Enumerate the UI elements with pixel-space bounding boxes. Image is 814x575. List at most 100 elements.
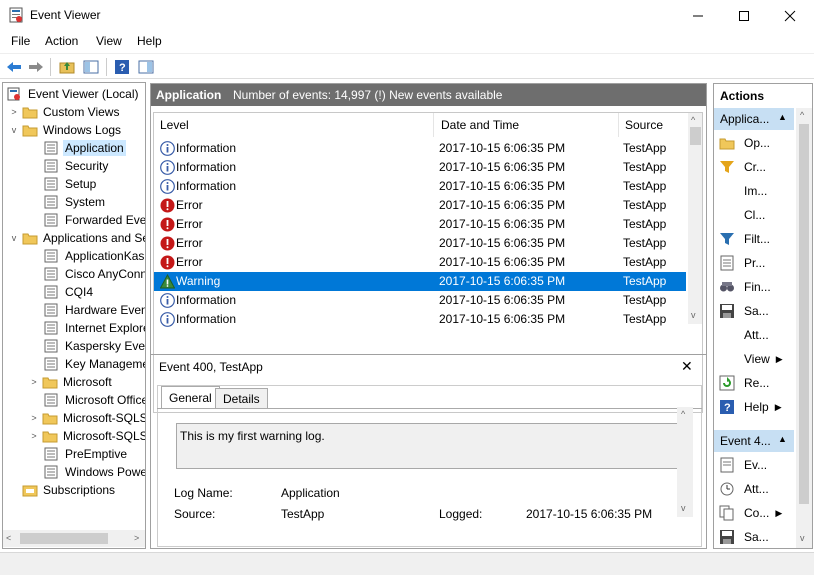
table-row[interactable]: Information 2017-10-15 6:06:35 PM TestApp — [154, 310, 686, 329]
tree-item-app-log[interactable]: PreEmptive — [44, 445, 129, 463]
grid-vertical-scrollbar[interactable]: ^ v — [688, 113, 702, 324]
collapse-up-icon[interactable]: ▲ — [778, 112, 787, 122]
minimize-button[interactable] — [675, 0, 721, 31]
action-item[interactable]: Sa... — [718, 526, 796, 548]
chevron-right-icon[interactable]: > — [29, 431, 39, 441]
maximize-button[interactable] — [721, 0, 767, 31]
tab-general[interactable]: General — [161, 386, 220, 408]
action-item[interactable]: Pr... — [718, 252, 796, 274]
column-header-level[interactable]: Level — [154, 113, 434, 137]
show-hide-tree-icon[interactable] — [82, 58, 100, 76]
action-item[interactable]: Cl... — [718, 204, 796, 226]
tree-item-windows-logs[interactable]: v Windows Logs — [9, 121, 123, 139]
close-detail-icon[interactable]: ✕ — [681, 358, 693, 375]
action-item[interactable]: Att... — [718, 478, 796, 500]
tree-item-app-log[interactable]: Microsoft Office — [44, 391, 145, 409]
scroll-up-icon[interactable]: ^ — [800, 110, 804, 120]
tree-item-root[interactable]: Event Viewer (Local) — [7, 85, 141, 103]
tree-item-app-log[interactable]: CQI4 — [44, 283, 95, 301]
action-item[interactable]: Re... — [718, 372, 796, 394]
action-item[interactable]: Op... — [718, 132, 796, 154]
column-header-date[interactable]: Date and Time — [435, 113, 619, 137]
tree-item-app-log[interactable]: Hardware Events — [44, 301, 145, 319]
tree-item-application[interactable]: Application — [44, 139, 126, 157]
action-item[interactable]: Co... ▶ — [718, 502, 796, 524]
table-row[interactable]: Information 2017-10-15 6:06:35 PM TestApp — [154, 177, 686, 196]
actions-section-event[interactable]: Event 4... ▲ — [714, 430, 794, 452]
collapse-up-icon[interactable]: ▲ — [778, 434, 787, 444]
actions-section-application[interactable]: Applica... ▲ — [714, 108, 794, 130]
chevron-right-icon[interactable]: > — [29, 413, 39, 423]
menu-file[interactable]: File — [11, 34, 30, 48]
action-item[interactable]: Cr... — [718, 156, 796, 178]
scroll-down-icon[interactable]: v — [681, 503, 686, 513]
tab-details[interactable]: Details — [215, 388, 268, 408]
tree-label: Key Management — [65, 357, 145, 371]
table-row[interactable]: Error 2017-10-15 6:06:35 PM TestApp — [154, 215, 686, 234]
scrollbar-thumb[interactable] — [690, 127, 701, 145]
tree-item-security[interactable]: Security — [44, 157, 110, 175]
chevron-right-icon[interactable]: > — [9, 107, 19, 117]
forward-arrow-icon[interactable] — [27, 58, 45, 76]
tree-item-app-log[interactable]: Windows PowerShell — [44, 463, 145, 481]
action-item[interactable]: Ev... — [718, 454, 796, 476]
scroll-down-icon[interactable]: v — [691, 310, 696, 320]
menu-view[interactable]: View — [96, 34, 122, 48]
menu-action[interactable]: Action — [45, 34, 78, 48]
actions-vertical-scrollbar[interactable]: ^ v — [796, 108, 812, 548]
table-row[interactable]: Error 2017-10-15 6:06:35 PM TestApp — [154, 253, 686, 272]
table-row[interactable]: Error 2017-10-15 6:06:35 PM TestApp — [154, 196, 686, 215]
source-value: TestApp — [281, 507, 325, 521]
scrollbar-thumb[interactable] — [20, 533, 108, 544]
navigation-tree[interactable]: Event Viewer (Local) > Custom Views v Wi… — [2, 82, 146, 549]
scroll-left-icon[interactable]: < — [6, 533, 11, 543]
action-item[interactable]: Att... — [718, 324, 796, 346]
tree-item-app-log[interactable]: Kaspersky Events — [44, 337, 145, 355]
tree-item-setup[interactable]: Setup — [44, 175, 98, 193]
scrollbar-thumb[interactable] — [799, 124, 809, 504]
action-item[interactable]: Im... — [718, 180, 796, 202]
scroll-right-icon[interactable]: > — [134, 533, 139, 543]
tree-item-forwarded-events[interactable]: Forwarded Events — [44, 211, 145, 229]
action-item[interactable]: Fin... — [718, 276, 796, 298]
back-arrow-icon[interactable] — [5, 58, 23, 76]
action-item[interactable]: Filt... — [718, 228, 796, 250]
tree-item-apps-services[interactable]: v Applications and Services Logs — [9, 229, 145, 247]
tree-label: CQI4 — [65, 285, 94, 299]
table-row[interactable]: Information 2017-10-15 6:06:35 PM TestApp — [154, 139, 686, 158]
scroll-down-icon[interactable]: v — [800, 533, 805, 543]
help-icon[interactable]: ? — [113, 58, 131, 76]
table-row[interactable]: Warning 2017-10-15 6:06:35 PM TestApp — [154, 272, 686, 291]
scroll-up-icon[interactable]: ^ — [691, 115, 695, 125]
tree-item-app-log[interactable]: Internet Explorer — [44, 319, 145, 337]
tree-item-system[interactable]: System — [44, 193, 107, 211]
close-button[interactable] — [767, 0, 813, 31]
menu-help[interactable]: Help — [137, 34, 162, 48]
action-item[interactable]: Sa... — [718, 300, 796, 322]
scroll-up-icon[interactable]: ^ — [681, 409, 685, 419]
action-label: Fin... — [744, 280, 771, 294]
action-item[interactable]: ? Help ▶ — [718, 396, 796, 418]
tree-item-app-log[interactable]: > Microsoft-SQLServer — [29, 409, 145, 427]
tree-item-custom-views[interactable]: > Custom Views — [9, 103, 121, 121]
table-row[interactable]: Error 2017-10-15 6:06:35 PM TestApp — [154, 234, 686, 253]
column-header-source[interactable]: Source — [619, 113, 689, 137]
tree-item-app-log[interactable]: Cisco AnyConnect — [44, 265, 145, 283]
table-row[interactable]: Information 2017-10-15 6:06:35 PM TestApp — [154, 158, 686, 177]
tree-item-subscriptions[interactable]: Subscriptions — [9, 481, 117, 499]
attach-task-icon — [718, 480, 736, 498]
tree-item-app-log[interactable]: Key Management — [44, 355, 145, 373]
up-folder-icon[interactable] — [58, 58, 76, 76]
detail-vertical-scrollbar[interactable]: ^ v — [677, 407, 693, 517]
show-action-pane-icon[interactable] — [137, 58, 155, 76]
chevron-down-icon[interactable]: v — [9, 233, 19, 243]
action-item[interactable]: View ▶ — [718, 348, 796, 370]
tree-item-app-log[interactable]: > Microsoft-SQLServer — [29, 427, 145, 445]
tree-item-app-log[interactable]: > Microsoft — [29, 373, 114, 391]
table-row[interactable]: Information 2017-10-15 6:06:35 PM TestApp — [154, 291, 686, 310]
tree-item-app-log[interactable]: ApplicationKaspersky — [44, 247, 145, 265]
event-message-box[interactable]: This is my first warning log. — [176, 423, 691, 469]
tree-horizontal-scrollbar[interactable]: < > — [3, 530, 145, 547]
chevron-right-icon[interactable]: > — [29, 377, 39, 387]
chevron-down-icon[interactable]: v — [9, 125, 19, 135]
